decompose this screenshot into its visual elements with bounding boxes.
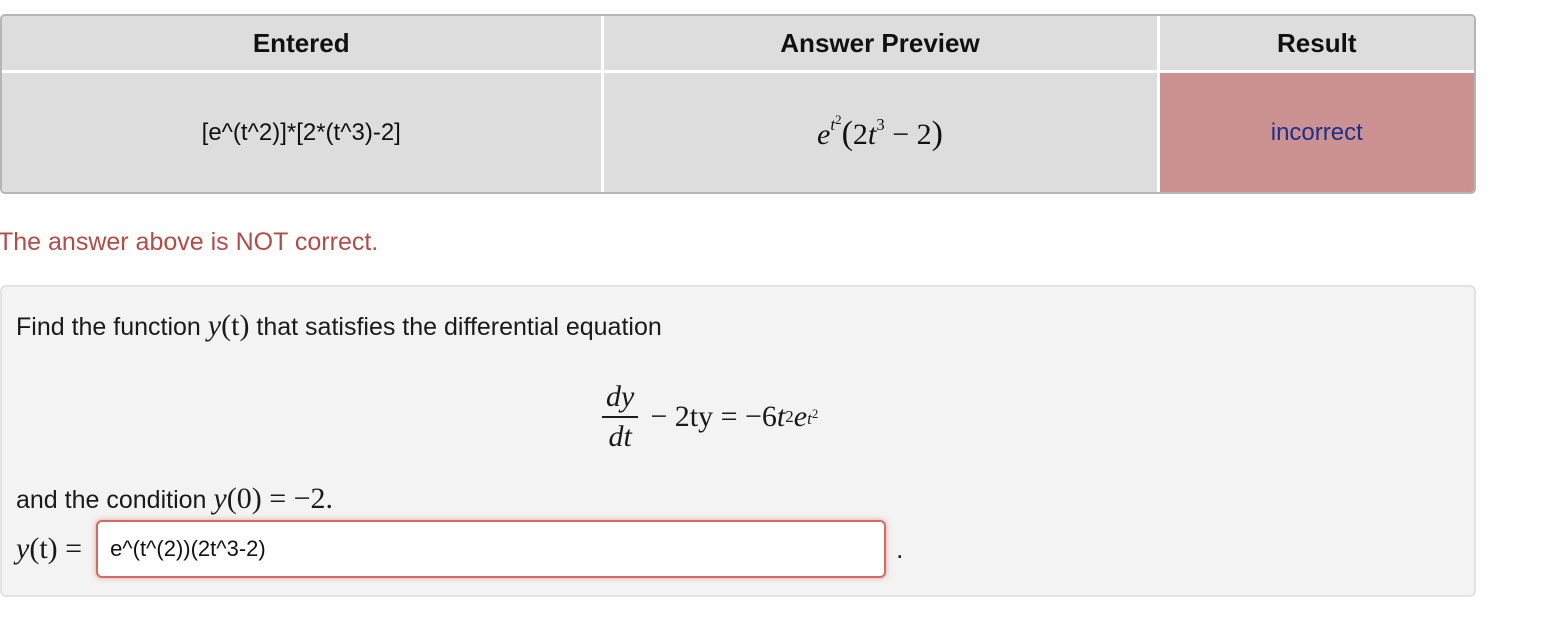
entered-value: [e^(t^2)]*[2*(t^3)-2] (2, 71, 602, 192)
result-status: incorrect (1156, 71, 1474, 192)
preview-expression: et2(2t3 − 2) (817, 112, 943, 152)
header-answer-preview: Answer Preview (600, 16, 1158, 73)
feedback-message: The answer above is NOT correct. (0, 228, 379, 256)
answer-preview: et2(2t3 − 2) (600, 71, 1158, 192)
problem-box: Find the function y(t) that satisfies th… (0, 285, 1476, 597)
header-entered: Entered (2, 16, 602, 73)
derivative-fraction: dy dt (602, 380, 639, 454)
table-row: [e^(t^2)]*[2*(t^3)-2] et2(2t3 − 2) incor… (2, 71, 1474, 192)
header-result: Result (1156, 16, 1474, 73)
answer-input[interactable] (96, 520, 887, 578)
answer-period: . (896, 533, 904, 564)
results-table: Entered Answer Preview Result [e^(t^2)]*… (0, 14, 1476, 194)
initial-condition: and the condition y(0) = −2. (16, 482, 334, 515)
differential-equation: dy dt − 2ty = −6 t 2 e t2 (602, 377, 818, 457)
problem-intro: Find the function y(t) that satisfies th… (16, 309, 662, 342)
answer-row: y(t) = . (16, 520, 904, 578)
answer-label: y(t) = (16, 532, 83, 565)
